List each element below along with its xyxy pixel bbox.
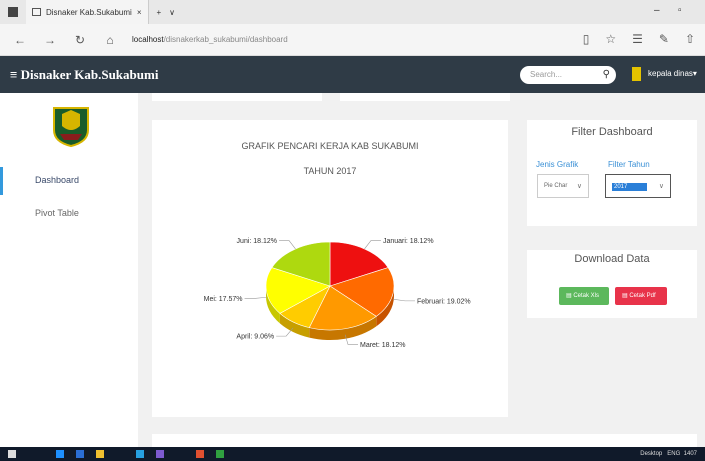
new-tab-icon[interactable]: + [157, 8, 162, 17]
minimize-icon[interactable]: – [654, 5, 660, 16]
system-tray: Desktop ENG 1407 [640, 451, 697, 457]
search-input[interactable]: Search... ⚲ [520, 66, 616, 84]
url-host: localhost [132, 35, 164, 44]
windows-start-icon[interactable] [8, 450, 16, 458]
search-icon[interactable]: ⚲ [603, 69, 610, 80]
back-icon[interactable]: ← [10, 33, 30, 47]
jenis-grafik-label: Jenis Grafik [536, 160, 579, 169]
cetak-pdf-label: Cetak Pdf [629, 293, 656, 299]
browser-tab[interactable]: Disnaker Kab.Sukabumi × [26, 0, 149, 24]
search-placeholder: Search... [530, 70, 563, 79]
taskbar-app-icon[interactable] [76, 450, 84, 458]
app-header: ≡ Disnaker Kab.Sukabumi Search... ⚲ kepa… [0, 56, 705, 93]
cetak-xls-button[interactable]: ▤ Cetak Xls [559, 287, 609, 305]
app-title: Disnaker Kab.Sukabumi [20, 67, 159, 82]
jenis-grafik-select[interactable]: Pie Char ∨ [537, 174, 589, 198]
filter-tahun-select[interactable]: 2017 ∨ [605, 174, 671, 198]
pie-data-label: Juni: 18.12% [237, 238, 277, 245]
user-label: kepala dinas [648, 69, 693, 78]
user-icon [632, 67, 641, 81]
user-menu[interactable]: kepala dinas▾ [648, 69, 697, 78]
bottom-card [152, 434, 697, 447]
user-caret-icon: ▾ [692, 69, 697, 78]
sidebar-item-pivot-table[interactable]: Pivot Table [0, 200, 138, 228]
share-icon[interactable]: ⇧ [685, 32, 695, 46]
hub-icon[interactable]: ☰ [632, 32, 643, 46]
filter-tahun-label: Filter Tahun [608, 160, 650, 169]
top-card-right [340, 93, 510, 101]
sidebar: Dashboard Pivot Table [0, 93, 138, 447]
taskbar: Desktop ENG 1407 [0, 447, 705, 461]
tab-close-icon[interactable]: × [137, 8, 142, 17]
download-title: Download Data [574, 253, 650, 265]
pie-leader-line [364, 240, 381, 250]
notes-icon[interactable]: ✎ [659, 32, 669, 46]
tab-title: Disnaker Kab.Sukabumi [46, 7, 132, 17]
pie-leader-line [279, 240, 296, 250]
url-path: /disnakerkab_sukabumi/dashboard [163, 35, 288, 44]
page-icon [32, 8, 41, 16]
top-card-left [152, 93, 322, 101]
cetak-pdf-button[interactable]: ▤ Cetak Pdf [615, 287, 667, 305]
taskbar-app-icon[interactable] [56, 450, 64, 458]
chevron-down-icon: ∨ [576, 183, 582, 190]
menu-icon[interactable]: ≡ [10, 67, 17, 82]
sidebar-item-label: Dashboard [35, 175, 80, 185]
chevron-down-icon: ∨ [658, 183, 664, 190]
sidebar-item-label: Pivot Table [35, 208, 79, 218]
pie-leader-line [244, 296, 267, 299]
taskbar-app-icon[interactable] [96, 450, 104, 458]
filter-card: Filter Dashboard Jenis Grafik Pie Char ∨… [527, 120, 697, 226]
chart-card: GRAFIK PENCARI KERJA KAB SUKABUMI TAHUN … [152, 120, 508, 417]
tab-list-icon[interactable]: ∨ [169, 8, 175, 17]
taskbar-app-icon[interactable] [136, 450, 144, 458]
window-menu-icon[interactable] [8, 7, 18, 17]
filter-title: Filter Dashboard [571, 126, 653, 138]
forward-icon[interactable]: → [40, 33, 60, 47]
pie-data-label: Februari: 19.02% [417, 298, 471, 305]
desktop-label[interactable]: Desktop [640, 451, 662, 457]
clock-label[interactable]: 1407 [684, 451, 697, 457]
browser-tab-strip: Disnaker Kab.Sukabumi × + ∨ – ▫ [0, 0, 705, 24]
pie-data-label: April: 9.06% [236, 334, 274, 341]
reading-view-icon[interactable]: ▯ [583, 32, 590, 46]
sidebar-item-dashboard[interactable]: Dashboard [0, 167, 138, 195]
home-icon[interactable]: ⌂ [100, 33, 120, 47]
filter-tahun-value: 2017 [612, 183, 648, 191]
taskbar-app-icon[interactable] [216, 450, 224, 458]
download-card: Download Data ▤ Cetak Xls ▤ Cetak Pdf [527, 250, 697, 318]
url-input[interactable]: localhost/disnakerkab_sukabumi/dashboard [132, 35, 552, 44]
cetak-xls-label: Cetak Xls [573, 293, 600, 299]
logo [53, 107, 89, 148]
pie-data-label: Januari: 18.12% [383, 238, 434, 245]
maximize-icon[interactable]: ▫ [678, 5, 682, 16]
browser-actions: ▯ ☆ ☰ ✎ ⇧ [583, 32, 695, 46]
refresh-icon[interactable]: ↻ [70, 33, 90, 47]
app-brand[interactable]: ≡ Disnaker Kab.Sukabumi [10, 67, 158, 83]
language-label[interactable]: ENG [667, 451, 680, 457]
favorite-icon[interactable]: ☆ [605, 32, 616, 46]
taskbar-app-icon[interactable] [156, 450, 164, 458]
jenis-grafik-value: Pie Char [544, 183, 568, 189]
pie-chart: Januari: 18.12% Februari: 19.02% Maret: 18… [204, 238, 471, 349]
pie-leader-line [393, 298, 415, 302]
pie-data-label: Maret: 18.12% [360, 342, 406, 349]
address-bar: ← → ↻ ⌂ localhost/disnakerkab_sukabumi/d… [0, 24, 705, 56]
pie-data-label: Mei: 17.57% [204, 296, 243, 303]
taskbar-app-icon[interactable] [196, 450, 204, 458]
